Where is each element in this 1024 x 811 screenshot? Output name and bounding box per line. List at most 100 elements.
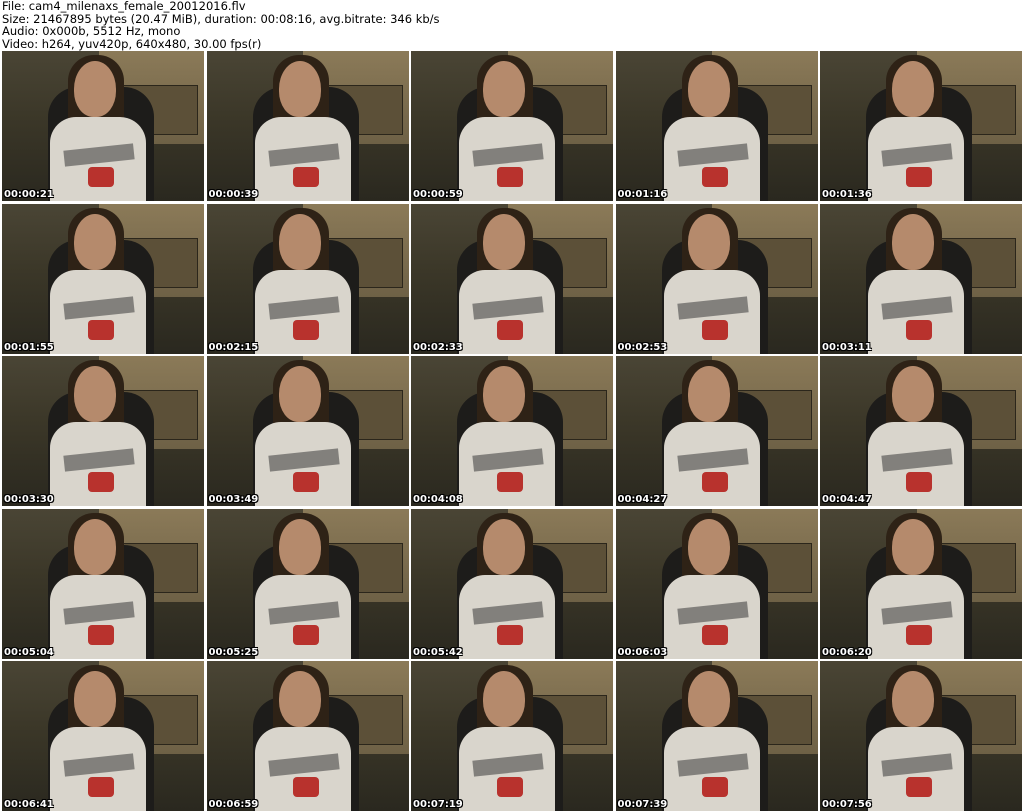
video-thumbnail: 00:06:59 [206, 661, 409, 811]
timestamp-label: 00:01:55 [4, 341, 54, 353]
face-shape [687, 671, 730, 727]
video-thumbnail: 00:04:27 [615, 356, 818, 506]
video-thumbnail: 00:04:47 [820, 356, 1022, 506]
audio-info-line: Audio: 0x000b, 5512 Hz, mono [2, 24, 181, 38]
face-shape [74, 671, 116, 727]
shirt-badge [906, 319, 932, 340]
shirt-badge [88, 319, 114, 340]
video-thumbnail: 00:00:59 [411, 51, 613, 201]
video-thumbnail: 00:01:36 [820, 51, 1022, 201]
timestamp-label: 00:04:08 [413, 494, 463, 505]
shirt-badge [292, 472, 319, 492]
face-shape [687, 518, 730, 575]
video-thumbnail: 00:05:04 [2, 508, 204, 659]
shirt-badge [701, 319, 728, 340]
shirt-badge [497, 319, 523, 340]
shirt-badge [701, 777, 728, 797]
video-thumbnail: 00:07:56 [820, 661, 1022, 811]
face-shape [687, 61, 730, 117]
video-thumbnail: 00:04:08 [411, 356, 613, 506]
video-thumbnail: 00:07:39 [615, 661, 818, 811]
shirt-badge [906, 624, 932, 645]
shirt-badge [88, 472, 114, 492]
shirt-badge [906, 167, 932, 187]
shirt-badge [497, 624, 523, 645]
face-shape [74, 366, 116, 422]
timestamp-label: 00:04:27 [617, 494, 668, 505]
timestamp-label: 00:04:47 [822, 494, 872, 505]
shirt-badge [88, 624, 114, 645]
face-shape [278, 366, 321, 422]
face-shape [892, 366, 934, 422]
face-shape [74, 213, 116, 270]
video-thumbnail: 00:01:16 [615, 51, 818, 201]
face-shape [892, 61, 934, 117]
video-thumbnail: 00:01:55 [2, 203, 204, 354]
face-shape [483, 518, 525, 575]
shirt-badge [292, 777, 319, 797]
timestamp-label: 00:06:20 [822, 646, 872, 658]
face-shape [483, 366, 525, 422]
shirt-badge [88, 777, 114, 797]
face-shape [278, 61, 321, 117]
face-shape [278, 518, 321, 575]
face-shape [74, 518, 116, 575]
video-thumbnail: 00:00:39 [206, 51, 409, 201]
shirt-badge [88, 167, 114, 187]
video-thumbnail: 00:00:21 [2, 51, 204, 201]
video-thumbnail: 00:06:03 [615, 508, 818, 659]
timestamp-label: 00:07:19 [413, 799, 463, 810]
face-shape [483, 213, 525, 270]
video-thumbnail: 00:02:33 [411, 203, 613, 354]
timestamp-label: 00:02:33 [413, 341, 463, 353]
timestamp-label: 00:06:41 [4, 799, 54, 810]
shirt-badge [292, 624, 319, 645]
shirt-badge [497, 777, 523, 797]
file-info-header: File: cam4_milenaxs_female_20012016.flv … [2, 0, 1022, 50]
shirt-badge [292, 319, 319, 340]
timestamp-label: 00:02:15 [208, 341, 259, 353]
face-shape [278, 671, 321, 727]
video-thumbnail: 00:03:30 [2, 356, 204, 506]
timestamp-label: 00:07:56 [822, 799, 872, 810]
video-thumbnail: 00:03:11 [820, 203, 1022, 354]
video-thumbnail: 00:05:25 [206, 508, 409, 659]
shirt-badge [292, 167, 319, 187]
file-name-line: File: cam4_milenaxs_female_20012016.flv [2, 0, 246, 13]
face-shape [892, 518, 934, 575]
timestamp-label: 00:03:49 [208, 494, 259, 505]
timestamp-label: 00:01:16 [617, 189, 668, 200]
shirt-badge [906, 777, 932, 797]
video-thumbnail: 00:07:19 [411, 661, 613, 811]
timestamp-label: 00:02:53 [617, 341, 668, 353]
timestamp-label: 00:01:36 [822, 189, 872, 200]
video-thumbnail: 00:06:20 [820, 508, 1022, 659]
timestamp-label: 00:05:25 [208, 646, 259, 658]
shirt-badge [701, 472, 728, 492]
face-shape [892, 671, 934, 727]
video-info-line: Video: h264, yuv420p, 640x480, 30.00 fps… [2, 36, 262, 51]
video-thumbnail: 00:03:49 [206, 356, 409, 506]
shirt-badge [701, 624, 728, 645]
timestamp-label: 00:03:30 [4, 494, 54, 505]
timestamp-label: 00:06:59 [208, 799, 259, 810]
shirt-badge [701, 167, 728, 187]
timestamp-label: 00:00:59 [413, 189, 463, 200]
video-thumbnail: 00:06:41 [2, 661, 204, 811]
timestamp-label: 00:05:42 [413, 646, 463, 658]
shirt-badge [497, 472, 523, 492]
video-thumbnail: 00:05:42 [411, 508, 613, 659]
thumbnail-grid: 00:00:21 00:00:39 00:00:59 00:01:16 00:01:36… [2, 51, 1022, 811]
timestamp-label: 00:07:39 [617, 799, 668, 810]
shirt-badge [497, 167, 523, 187]
timestamp-label: 00:05:04 [4, 646, 54, 658]
shirt-badge [906, 472, 932, 492]
face-shape [687, 213, 730, 270]
timestamp-label: 00:00:21 [4, 189, 54, 200]
face-shape [483, 61, 525, 117]
face-shape [892, 213, 934, 270]
video-thumbnail: 00:02:15 [206, 203, 409, 354]
video-thumbnail: 00:02:53 [615, 203, 818, 354]
face-shape [687, 366, 730, 422]
timestamp-label: 00:03:11 [822, 341, 872, 353]
